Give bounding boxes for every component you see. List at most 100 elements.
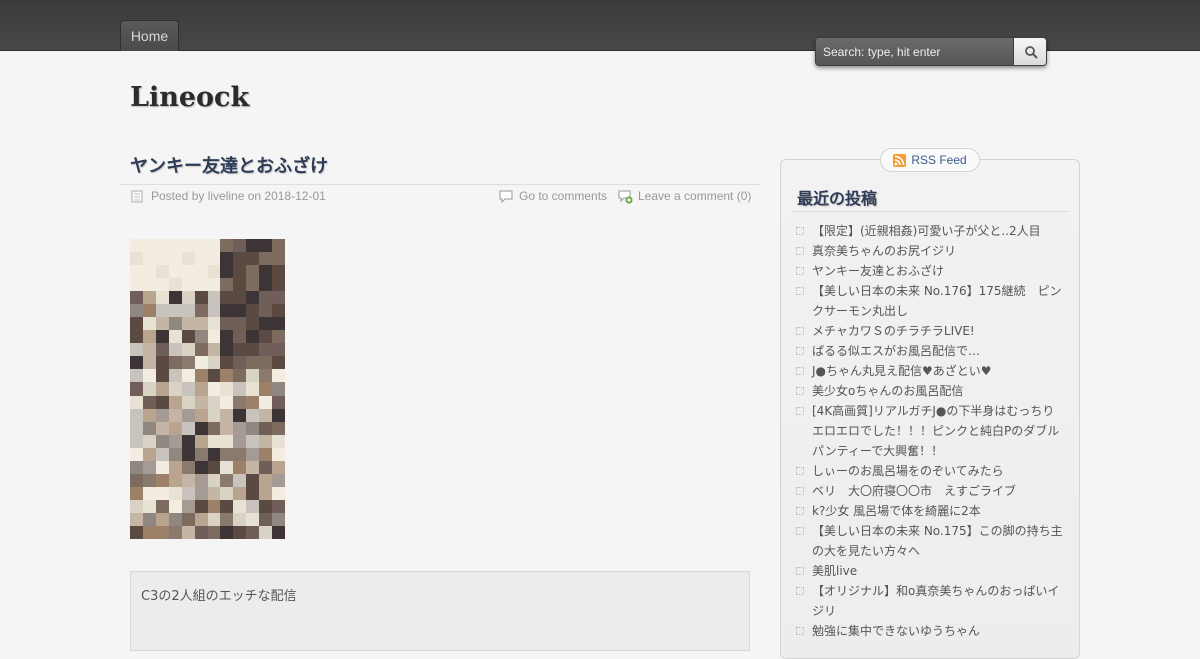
thumbnail-pixel xyxy=(246,317,260,331)
recent-post-link[interactable]: k?少女 風呂場で体を綺麗に2本 xyxy=(796,501,1066,521)
thumbnail-pixel xyxy=(181,395,195,409)
post-meta: Posted by liveline on 2018-12-01 xyxy=(131,189,326,203)
recent-post-title[interactable]: [4K高画質]リアルガチJ●の下半身はむっちりエロエロでした！！！ピンクと純白P… xyxy=(812,404,1059,458)
thumbnail-pixel xyxy=(272,499,285,513)
thumbnail-pixel xyxy=(181,421,195,435)
recent-post-title[interactable]: ぱるる似エスがお風呂配信で… xyxy=(812,344,980,358)
thumbnail-pixel xyxy=(272,304,285,318)
thumbnail-pixel xyxy=(142,304,156,318)
thumbnail-pixel xyxy=(130,421,143,435)
thumbnail-pixel xyxy=(233,499,247,513)
search-button[interactable] xyxy=(1014,38,1046,65)
rss-feed-label[interactable]: RSS Feed xyxy=(911,153,966,167)
thumbnail-pixel xyxy=(207,317,221,331)
recent-post-title[interactable]: 美少女oちゃんのお風呂配信 xyxy=(812,384,963,398)
thumbnail-pixel xyxy=(220,473,234,487)
list-bullet-icon xyxy=(796,507,804,515)
site-title[interactable]: Lineock xyxy=(130,82,249,113)
thumbnail-pixel xyxy=(220,512,234,526)
list-bullet-icon xyxy=(796,487,804,495)
recent-post-link[interactable]: [4K高画質]リアルガチJ●の下半身はむっちりエロエロでした！！！ピンクと純白P… xyxy=(796,401,1066,461)
thumbnail-pixel xyxy=(130,343,143,357)
recent-post-link[interactable]: メチャカワＳのチラチラLIVE! xyxy=(796,321,1066,341)
recent-post-link[interactable]: 【美しい日本の未来 No.176】175継続 ピンクサーモン丸出し xyxy=(796,281,1066,321)
recent-post-title[interactable]: 美肌live xyxy=(812,564,857,578)
thumbnail-pixel xyxy=(168,473,182,487)
thumbnail-pixel xyxy=(194,369,208,383)
thumbnail-pixel xyxy=(220,265,234,279)
recent-post-link[interactable]: 美肌live xyxy=(796,561,1066,581)
rss-feed-link[interactable]: RSS Feed xyxy=(880,148,980,172)
post-title[interactable]: ヤンキー友達とおふざけ xyxy=(130,152,328,178)
recent-post-title[interactable]: 真奈美ちゃんのお尻イジリ xyxy=(812,244,956,258)
thumbnail-pixel xyxy=(181,317,195,331)
thumbnail-pixel xyxy=(246,369,260,383)
thumbnail-pixel xyxy=(246,356,260,370)
list-bullet-icon xyxy=(796,467,804,475)
recent-post-link[interactable]: ぱるる似エスがお風呂配信で… xyxy=(796,341,1066,361)
recent-post-title[interactable]: 【限定】(近親相姦)可愛い子が父と..2人目 xyxy=(812,224,1041,238)
thumbnail-pixel xyxy=(233,408,247,422)
leave-comment-label[interactable]: Leave a comment (0) xyxy=(638,189,751,203)
thumbnail-pixel xyxy=(155,343,169,357)
recent-post-link[interactable]: 勉強に集中できないゆうちゃん xyxy=(796,621,1066,641)
thumbnail-pixel xyxy=(272,317,285,331)
recent-post-title[interactable]: ヤンキー友達とおふざけ xyxy=(812,264,944,278)
thumbnail-pixel xyxy=(155,486,169,500)
recent-post-title[interactable]: メチャカワＳのチラチラLIVE! xyxy=(812,324,975,338)
thumbnail-pixel xyxy=(246,252,260,266)
thumbnail-pixel xyxy=(259,408,273,422)
thumbnail-pixel xyxy=(246,525,260,539)
thumbnail-pixel xyxy=(259,512,273,526)
thumbnail-pixel xyxy=(130,434,143,448)
thumbnail-pixel xyxy=(130,460,143,474)
recent-post-title[interactable]: 【オリジナル】和o真奈美ちゃんのおっぱいイジリ xyxy=(812,584,1059,618)
thumbnail-pixel xyxy=(246,304,260,318)
thumbnail-pixel xyxy=(246,499,260,513)
recent-post-title[interactable]: 勉強に集中できないゆうちゃん xyxy=(812,624,980,638)
thumbnail-pixel xyxy=(220,434,234,448)
list-bullet-icon xyxy=(796,387,804,395)
thumbnail-pixel xyxy=(168,265,182,279)
search-input[interactable]: Search: type, hit enter xyxy=(816,38,1014,65)
thumbnail-pixel xyxy=(272,343,285,357)
thumbnail-pixel xyxy=(155,291,169,305)
nav-home-tab[interactable]: Home xyxy=(120,20,179,51)
thumbnail-pixel xyxy=(130,447,143,461)
recent-post-title[interactable]: k?少女 風呂場で体を綺麗に2本 xyxy=(812,504,981,518)
recent-post-link[interactable]: 【オリジナル】和o真奈美ちゃんのおっぱいイジリ xyxy=(796,581,1066,621)
post-thumbnail-image[interactable] xyxy=(130,239,285,539)
recent-post-link[interactable]: ヤンキー友達とおふざけ xyxy=(796,261,1066,281)
leave-comment-link[interactable]: Leave a comment (0) xyxy=(618,189,751,203)
recent-post-link[interactable]: 美少女oちゃんのお風呂配信 xyxy=(796,381,1066,401)
recent-post-title[interactable]: 【美しい日本の未来 No.176】175継続 ピンクサーモン丸出し xyxy=(812,284,1062,318)
recent-post-title[interactable]: J●ちゃん丸見え配信♥あざとい♥ xyxy=(812,364,992,378)
thumbnail-pixel xyxy=(194,525,208,539)
recent-post-link[interactable]: ベリ 大〇府寝〇〇市 えすごライブ xyxy=(796,481,1066,501)
thumbnail-pixel xyxy=(194,434,208,448)
thumbnail-pixel xyxy=(272,369,285,383)
thumbnail-pixel xyxy=(233,369,247,383)
thumbnail-pixel xyxy=(168,356,182,370)
recent-post-link[interactable]: 【限定】(近親相姦)可愛い子が父と..2人目 xyxy=(796,221,1066,241)
thumbnail-pixel xyxy=(194,252,208,266)
thumbnail-pixel xyxy=(142,499,156,513)
recent-posts-list: 【限定】(近親相姦)可愛い子が父と..2人目 真奈美ちゃんのお尻イジリ ヤンキー友達… xyxy=(796,221,1066,641)
thumbnail-pixel xyxy=(181,291,195,305)
recent-post-link[interactable]: しぃーのお風呂場をのぞいてみたら xyxy=(796,461,1066,481)
list-bullet-icon xyxy=(796,347,804,355)
go-to-comments-label[interactable]: Go to comments xyxy=(519,189,607,203)
thumbnail-pixel xyxy=(207,408,221,422)
thumbnail-pixel xyxy=(233,382,247,396)
recent-post-title[interactable]: しぃーのお風呂場をのぞいてみたら xyxy=(812,464,1004,478)
recent-post-title[interactable]: ベリ 大〇府寝〇〇市 えすごライブ xyxy=(812,484,1016,498)
thumbnail-pixel xyxy=(233,252,247,266)
recent-post-link[interactable]: 真奈美ちゃんのお尻イジリ xyxy=(796,241,1066,261)
recent-post-link[interactable]: 【美しい日本の未来 No.175】この脚の持ち主の大を見たい方々へ xyxy=(796,521,1066,561)
recent-post-title[interactable]: 【美しい日本の未来 No.175】この脚の持ち主の大を見たい方々へ xyxy=(812,524,1063,558)
thumbnail-pixel xyxy=(272,421,285,435)
thumbnail-pixel xyxy=(142,447,156,461)
recent-post-link[interactable]: J●ちゃん丸見え配信♥あざとい♥ xyxy=(796,361,1066,381)
comments-link[interactable]: Go to comments xyxy=(499,189,607,203)
thumbnail-pixel xyxy=(168,434,182,448)
